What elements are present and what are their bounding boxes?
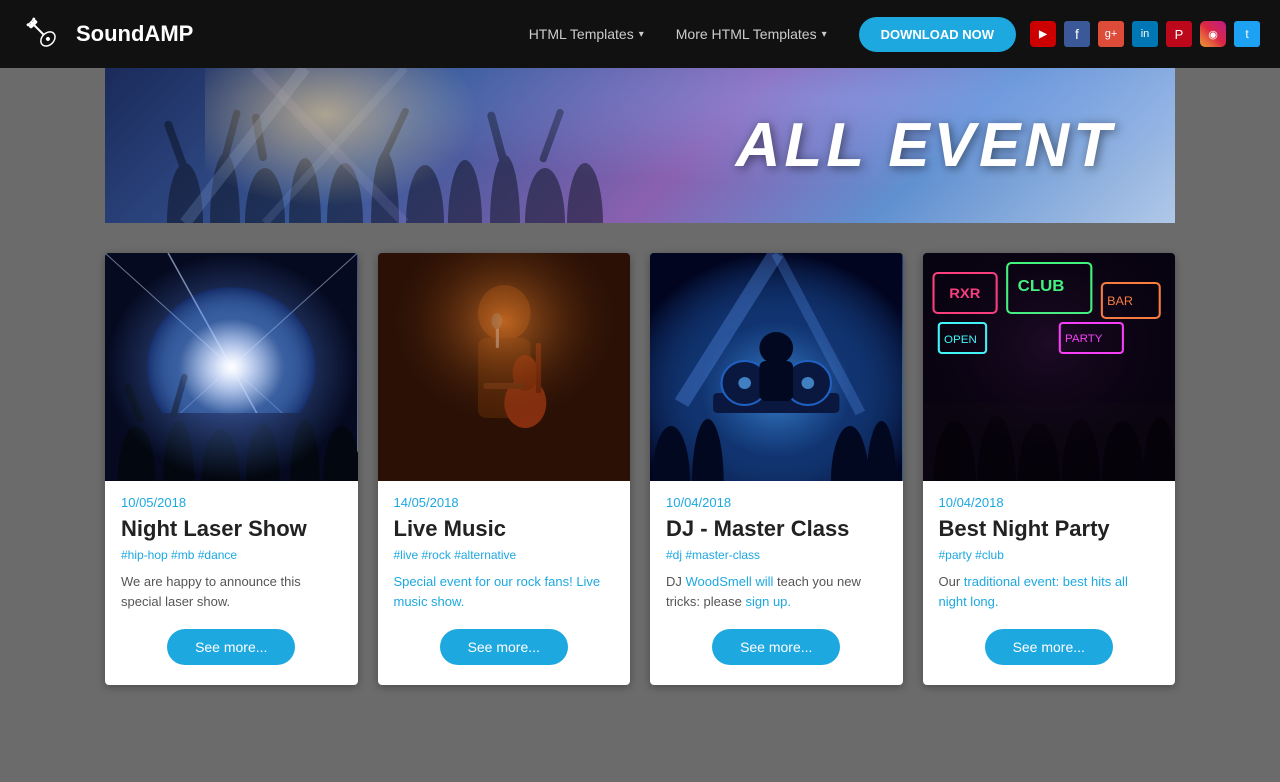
card-desc-1: We are happy to announce this special la… xyxy=(121,572,342,611)
pinterest-icon[interactable]: P xyxy=(1166,21,1192,47)
card-desc-3: DJ WoodSmell will teach you new tricks: … xyxy=(666,572,887,611)
html-templates-menu[interactable]: HTML Templates ▾ xyxy=(515,18,658,50)
event-card-4: RXR CLUB BAR OPEN PARTY xyxy=(923,253,1176,685)
event-image-4: RXR CLUB BAR OPEN PARTY xyxy=(923,253,1176,481)
card-tags-2: #live #rock #alternative xyxy=(394,548,615,562)
download-now-button[interactable]: DOWNLOAD NOW xyxy=(859,17,1016,52)
card-date-4: 10/04/2018 xyxy=(939,495,1160,510)
card-title-3: DJ - Master Class xyxy=(666,516,887,542)
instagram-icon[interactable]: ◉ xyxy=(1200,21,1226,47)
card-body-2: 14/05/2018 Live Music #live #rock #alter… xyxy=(378,481,631,685)
card-date-2: 14/05/2018 xyxy=(394,495,615,510)
social-icons-bar: ▶ f g+ in P ◉ t xyxy=(1030,21,1260,47)
card-body-3: 10/04/2018 DJ - Master Class #dj #master… xyxy=(650,481,903,685)
card-date-3: 10/04/2018 xyxy=(666,495,887,510)
youtube-icon[interactable]: ▶ xyxy=(1030,21,1056,47)
facebook-icon[interactable]: f xyxy=(1064,21,1090,47)
more-html-templates-menu[interactable]: More HTML Templates ▾ xyxy=(662,18,841,50)
event-card-2: 14/05/2018 Live Music #live #rock #alter… xyxy=(378,253,631,685)
card-tags-4: #party #club xyxy=(939,548,1160,562)
brand-logo[interactable]: SoundAMP xyxy=(20,11,193,57)
event-image-1 xyxy=(105,253,358,481)
navbar: SoundAMP HTML Templates ▾ More HTML Temp… xyxy=(0,0,1280,68)
dropdown-caret-2: ▾ xyxy=(822,29,827,40)
event-image-3 xyxy=(650,253,903,481)
guitar-icon xyxy=(20,11,66,57)
card-title-1: Night Laser Show xyxy=(121,516,342,542)
google-plus-icon[interactable]: g+ xyxy=(1098,21,1124,47)
hero-title: ALL EVENT xyxy=(736,110,1175,181)
linkedin-icon[interactable]: in xyxy=(1132,21,1158,47)
card-tags-1: #hip-hop #mb #dance xyxy=(121,548,342,562)
dropdown-caret: ▾ xyxy=(639,29,644,40)
see-more-button-4[interactable]: See more... xyxy=(985,629,1113,665)
card-body-1: 10/05/2018 Night Laser Show #hip-hop #mb… xyxy=(105,481,358,685)
event-card-3: 10/04/2018 DJ - Master Class #dj #master… xyxy=(650,253,903,685)
card-title-4: Best Night Party xyxy=(939,516,1160,542)
card-desc-4: Our traditional event: best hits all nig… xyxy=(939,572,1160,611)
card-body-4: 10/04/2018 Best Night Party #party #club… xyxy=(923,481,1176,685)
see-more-button-1[interactable]: See more... xyxy=(167,629,295,665)
main-content: 10/05/2018 Night Laser Show #hip-hop #mb… xyxy=(95,223,1185,725)
see-more-button-3[interactable]: See more... xyxy=(712,629,840,665)
event-card-1: 10/05/2018 Night Laser Show #hip-hop #mb… xyxy=(105,253,358,685)
events-grid: 10/05/2018 Night Laser Show #hip-hop #mb… xyxy=(105,253,1175,685)
card-title-2: Live Music xyxy=(394,516,615,542)
card-date-1: 10/05/2018 xyxy=(121,495,342,510)
card-desc-2: Special event for our rock fans! Live mu… xyxy=(394,572,615,611)
nav-links: HTML Templates ▾ More HTML Templates ▾ D… xyxy=(515,17,1030,52)
card-tags-3: #dj #master-class xyxy=(666,548,887,562)
event-image-2 xyxy=(378,253,631,481)
twitter-icon[interactable]: t xyxy=(1234,21,1260,47)
hero-banner: ALL EVENT xyxy=(105,68,1175,223)
see-more-button-2[interactable]: See more... xyxy=(440,629,568,665)
